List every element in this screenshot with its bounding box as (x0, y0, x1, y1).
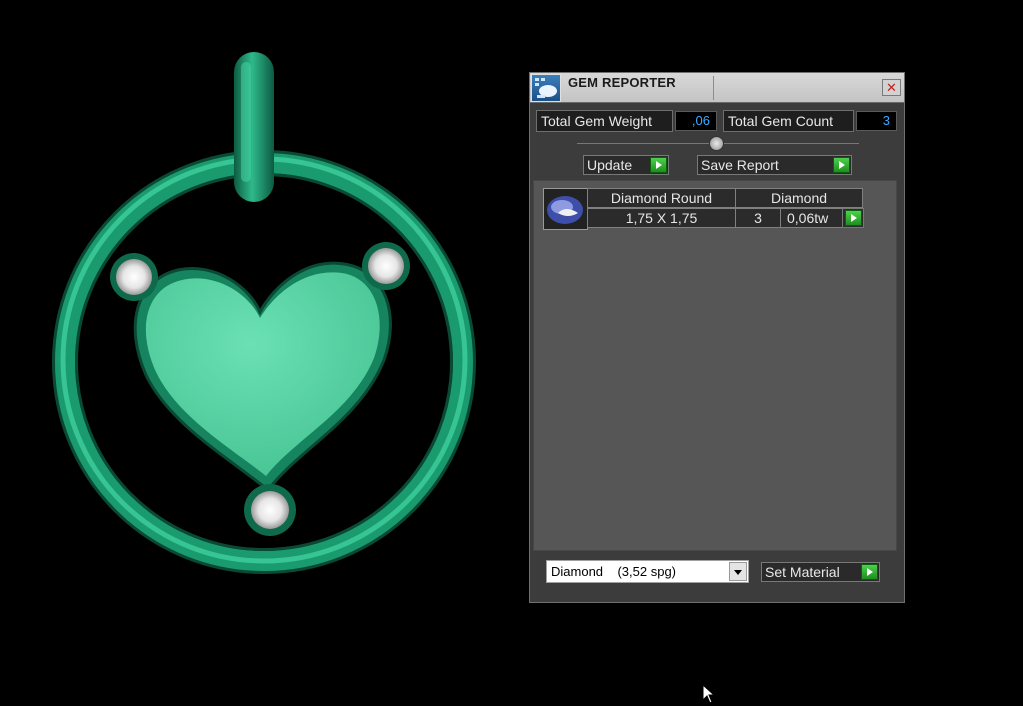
title-separator (713, 76, 714, 100)
dropdown-arrow-icon[interactable] (729, 562, 747, 581)
gem-reporter-panel: GEM REPORTER ✕ Total Gem Weight ,06 Tota… (529, 72, 905, 603)
total-gem-count-label: Total Gem Count (723, 110, 854, 132)
gem-setting-right (362, 242, 410, 290)
gem-list[interactable]: Diamond Round Diamond 1,75 X 1,75 3 0,06… (533, 180, 897, 551)
3d-viewport[interactable] (0, 0, 525, 706)
save-report-button-label: Save Report (701, 157, 779, 173)
close-icon[interactable]: ✕ (882, 79, 901, 96)
panel-title: GEM REPORTER (568, 75, 676, 90)
update-button[interactable]: Update (583, 155, 669, 175)
gem-thumbnail-icon (543, 188, 588, 230)
gem-shape-cell: Diamond Round (587, 188, 736, 208)
size-slider-thumb[interactable] (709, 136, 724, 151)
gem-count-cell: 3 (735, 208, 781, 228)
play-icon (650, 157, 667, 173)
pendant-model[interactable] (0, 0, 525, 706)
gem-row-action-button[interactable] (842, 208, 864, 228)
mouse-cursor-icon (702, 684, 716, 704)
gem-setting-bottom (244, 484, 296, 536)
gem-weight-cell: 0,06tw (780, 208, 844, 228)
list-item[interactable]: Diamond Round Diamond 1,75 X 1,75 3 0,06… (543, 188, 865, 230)
update-button-label: Update (587, 157, 633, 173)
gem-size-cell: 1,75 X 1,75 (587, 208, 736, 228)
play-icon (861, 564, 878, 580)
play-icon (845, 210, 862, 226)
gem-reporter-app-icon (531, 74, 561, 102)
play-icon (833, 157, 850, 173)
total-gem-weight-label: Total Gem Weight (536, 110, 673, 132)
total-gem-weight-value: ,06 (675, 111, 717, 131)
total-gem-count-value: 3 (856, 111, 897, 131)
set-material-button[interactable]: Set Material (761, 562, 880, 582)
material-dropdown[interactable]: Diamond (3,52 spg) (546, 560, 749, 583)
panel-titlebar[interactable]: GEM REPORTER ✕ (530, 73, 904, 103)
gem-setting-left (110, 253, 158, 301)
heart-centerpiece (133, 261, 392, 493)
gem-material-cell: Diamond (735, 188, 863, 208)
save-report-button[interactable]: Save Report (697, 155, 852, 175)
set-material-button-label: Set Material (765, 564, 840, 580)
pendant-bail (234, 52, 274, 202)
material-dropdown-value: Diamond (3,52 spg) (551, 564, 677, 579)
